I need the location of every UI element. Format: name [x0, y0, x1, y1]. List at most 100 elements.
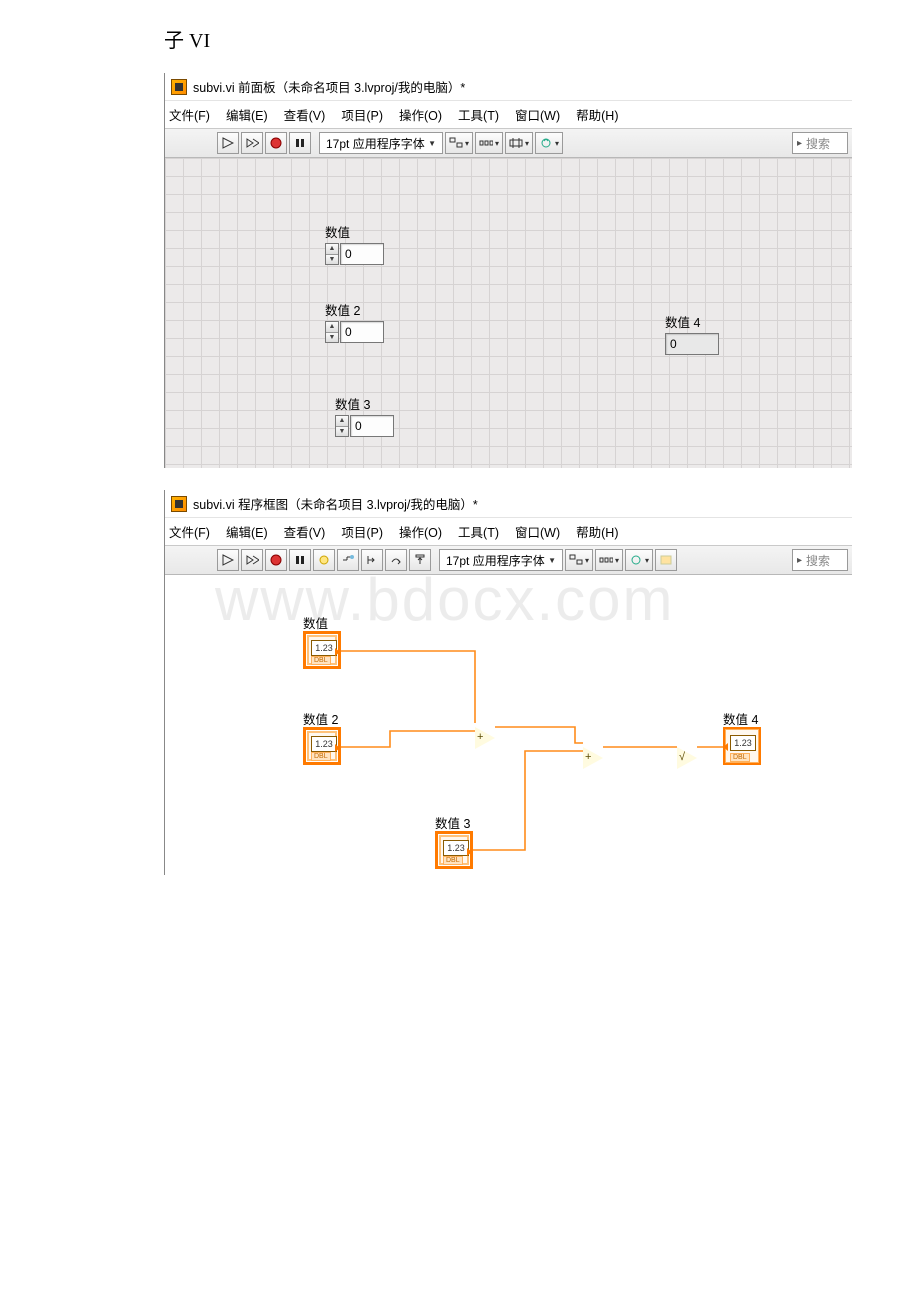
chevron-down-icon: ▼ [428, 139, 436, 148]
terminal-text: 1.23 [443, 840, 469, 856]
up-arrow-icon: ▲ [326, 244, 338, 255]
menu-project[interactable]: 项目(P) [341, 522, 383, 541]
menu-view[interactable]: 查看(V) [284, 522, 326, 541]
front-panel-toolbar: 17pt 应用程序字体 ▼ 搜索 [165, 128, 852, 158]
labview-icon [171, 79, 187, 95]
menu-window[interactable]: 窗口(W) [515, 105, 560, 124]
output-arrow-icon [467, 848, 472, 856]
indicator-label: 数值 4 [665, 312, 719, 331]
reorder-button[interactable] [625, 549, 653, 571]
search-input[interactable]: 搜索 [792, 549, 848, 571]
down-arrow-icon: ▼ [326, 333, 338, 343]
font-label: 17pt 应用程序字体 [326, 135, 425, 152]
distribute-button[interactable] [475, 132, 503, 154]
terminal-type: DBL [730, 753, 750, 762]
menu-project[interactable]: 项目(P) [341, 105, 383, 124]
terminal-text: 1.23 [311, 640, 337, 656]
menu-edit[interactable]: 编辑(E) [226, 105, 268, 124]
resize-button[interactable] [505, 132, 533, 154]
spinner[interactable]: ▲▼ [325, 243, 339, 265]
step-over-button[interactable] [385, 549, 407, 571]
numeric-input[interactable]: 0 [350, 415, 394, 437]
output-arrow-icon [335, 744, 340, 752]
highlight-button[interactable] [313, 549, 335, 571]
terminal-numeric-1[interactable]: 1.23 DBL [303, 631, 341, 669]
page-heading: 子 VI [0, 0, 920, 73]
front-panel-title: subvi.vi 前面板（未命名项目 3.lvproj/我的电脑）* [193, 77, 465, 96]
pause-button[interactable] [289, 549, 311, 571]
run-button[interactable] [217, 132, 239, 154]
add-node-2[interactable]: + [583, 747, 603, 769]
up-arrow-icon: ▲ [336, 416, 348, 427]
indicator-numeric-4: 数值 4 0 [665, 312, 719, 355]
menu-file[interactable]: 文件(F) [169, 105, 210, 124]
menu-view[interactable]: 查看(V) [284, 105, 326, 124]
abort-button[interactable] [265, 549, 287, 571]
run-continuously-button[interactable] [241, 132, 263, 154]
control-label: 数值 2 [325, 300, 384, 319]
step-out-button[interactable] [409, 549, 431, 571]
sqrt-node[interactable]: √ [677, 747, 697, 769]
numeric-input[interactable]: 0 [340, 321, 384, 343]
terminal-label: 数值 4 [723, 709, 758, 728]
align-button[interactable] [445, 132, 473, 154]
terminal-numeric-4[interactable]: 1.23 DBL [723, 727, 761, 765]
plus-icon: + [585, 751, 591, 763]
terminal-text: 1.23 [311, 736, 337, 752]
align-button[interactable] [565, 549, 593, 571]
block-diagram-toolbar: 17pt 应用程序字体 ▼ 搜索 [165, 545, 852, 575]
reorder-button[interactable] [535, 132, 563, 154]
control-label: 数值 3 [335, 394, 394, 413]
menu-help[interactable]: 帮助(H) [576, 522, 618, 541]
add-node-1[interactable]: + [475, 727, 495, 749]
font-selector[interactable]: 17pt 应用程序字体 ▼ [319, 132, 443, 154]
front-panel-menubar: 文件(F) 编辑(E) 查看(V) 项目(P) 操作(O) 工具(T) 窗口(W… [165, 101, 852, 128]
menu-file[interactable]: 文件(F) [169, 522, 210, 541]
abort-button[interactable] [265, 132, 287, 154]
numeric-indicator: 0 [665, 333, 719, 355]
block-diagram-menubar: 文件(F) 编辑(E) 查看(V) 项目(P) 操作(O) 工具(T) 窗口(W… [165, 518, 852, 545]
menu-window[interactable]: 窗口(W) [515, 522, 560, 541]
control-label: 数值 [325, 222, 384, 241]
font-label: 17pt 应用程序字体 [446, 552, 545, 569]
control-numeric-1: 数值 ▲▼ 0 [325, 222, 384, 265]
menu-tools[interactable]: 工具(T) [458, 522, 499, 541]
menu-tools[interactable]: 工具(T) [458, 105, 499, 124]
spinner[interactable]: ▲▼ [325, 321, 339, 343]
menu-operate[interactable]: 操作(O) [399, 522, 442, 541]
control-numeric-3: 数值 3 ▲▼ 0 [335, 394, 394, 437]
retain-wire-button[interactable] [337, 549, 359, 571]
cleanup-button[interactable] [655, 549, 677, 571]
distribute-button[interactable] [595, 549, 623, 571]
search-input[interactable]: 搜索 [792, 132, 848, 154]
spinner[interactable]: ▲▼ [335, 415, 349, 437]
terminal-type: DBL [311, 752, 331, 761]
run-continuously-button[interactable] [241, 549, 263, 571]
input-arrow-icon [723, 743, 728, 751]
search-placeholder: 搜索 [806, 135, 830, 152]
watermark: www.bdocx.com [215, 565, 674, 634]
numeric-input[interactable]: 0 [340, 243, 384, 265]
terminal-type: DBL [311, 656, 331, 665]
terminal-label: 数值 [303, 613, 328, 632]
front-panel-canvas[interactable]: 数值 ▲▼ 0 数值 2 ▲▼ 0 数值 3 ▲▼ 0 数值 4 0 [165, 158, 852, 468]
plus-icon: + [477, 731, 483, 743]
terminal-text: 1.23 [730, 735, 756, 751]
block-diagram-title: subvi.vi 程序框图（未命名项目 3.lvproj/我的电脑）* [193, 494, 478, 513]
block-diagram-canvas[interactable]: www.bdocx.com 数值 1.23 DBL 数值 2 1.23 DBL [165, 575, 852, 875]
menu-help[interactable]: 帮助(H) [576, 105, 618, 124]
search-placeholder: 搜索 [806, 552, 830, 569]
terminal-numeric-3[interactable]: 1.23 DBL [435, 831, 473, 869]
pause-button[interactable] [289, 132, 311, 154]
terminal-type: DBL [443, 856, 463, 865]
menu-operate[interactable]: 操作(O) [399, 105, 442, 124]
run-button[interactable] [217, 549, 239, 571]
font-selector[interactable]: 17pt 应用程序字体 ▼ [439, 549, 563, 571]
sqrt-icon: √ [679, 751, 685, 763]
menu-edit[interactable]: 编辑(E) [226, 522, 268, 541]
down-arrow-icon: ▼ [326, 255, 338, 265]
terminal-numeric-2[interactable]: 1.23 DBL [303, 727, 341, 765]
down-arrow-icon: ▼ [336, 427, 348, 437]
step-into-button[interactable] [361, 549, 383, 571]
block-diagram-titlebar: subvi.vi 程序框图（未命名项目 3.lvproj/我的电脑）* [165, 490, 852, 518]
